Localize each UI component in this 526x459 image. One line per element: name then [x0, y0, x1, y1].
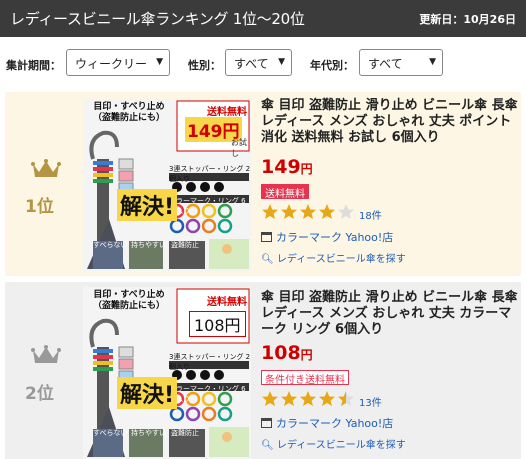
price-value: 149	[261, 156, 301, 178]
thumb-feature-1: すべらない	[93, 429, 128, 437]
thumb-feature-3: 盗難防止	[171, 429, 199, 437]
period-select[interactable]: ウィークリー ▼	[66, 49, 170, 76]
age-select[interactable]: すべて ▼	[359, 49, 443, 76]
crown-gold-icon	[31, 159, 61, 177]
gender-select-value: すべて	[234, 57, 269, 71]
thumb-feature-1: すべらない	[93, 241, 128, 249]
star-icon	[281, 391, 297, 406]
crown-silver-icon	[31, 345, 61, 363]
thumb-headline: 目印・すべり止め（盗難防止にも）	[92, 102, 165, 123]
find-similar-label: レディースビニール傘を探す	[276, 440, 406, 451]
thumb-headline: 目印・すべり止め（盗難防止にも）	[92, 290, 165, 311]
page-title: レディースビニール傘ランキング 1位～20位	[10, 10, 305, 28]
find-similar-link[interactable]: 🔍︎ レディースビニール傘を探す	[261, 250, 406, 265]
price-currency: 円	[300, 162, 313, 176]
product-thumbnail[interactable]: 目印・すべり止め（盗難防止にも） 送料無料 108円 3連ストッパー・リング 2…	[83, 287, 251, 459]
age-label: 年代別：	[310, 59, 354, 72]
shop-link[interactable]: カラーマーク Yahoo!店	[261, 229, 393, 245]
ranking-item: 2位 目印・すべり止め（盗難防止にも） 送料無料 108円 3連ストッパー・リン…	[5, 282, 521, 459]
shop-icon	[261, 418, 272, 428]
product-price: 149円	[261, 156, 313, 178]
star-icon	[338, 204, 354, 219]
product-thumbnail[interactable]: 目印・すべり止め（盗難防止にも） 送料無料 149円 お試し 3連ストッパー・リ…	[83, 99, 251, 271]
chevron-down-icon: ▼	[278, 57, 285, 67]
thumb-kaiketsu: 解決!	[117, 377, 178, 409]
thumb-sale-label: 送料無料	[207, 297, 247, 308]
free-shipping-badge: 送料無料	[261, 184, 309, 200]
thumb-stopper-text: 3連ストッパー・リング 2個入り	[169, 165, 251, 183]
rank-number: 1位	[25, 197, 54, 217]
shop-icon	[261, 232, 272, 242]
search-icon: 🔍︎	[261, 254, 274, 265]
updated-date: 更新日：10月26日	[419, 13, 516, 26]
thumb-feature-2: 持ちやすい	[131, 241, 166, 249]
ranking-header: レディースビニール傘ランキング 1位～20位 更新日：10月26日	[0, 0, 526, 37]
product-price: 108円	[261, 342, 313, 364]
star-icon	[319, 391, 335, 406]
product-title-link[interactable]: 傘 目印 盗難防止 滑り止め ビニール傘 長傘 レディース メンズ おしゃれ 丈…	[261, 290, 519, 338]
thumb-stopper-text: 3連ストッパー・リング 2個入り	[169, 353, 251, 371]
conditional-free-shipping-badge: 条件付き送料無料	[261, 370, 349, 386]
rating-stars	[261, 203, 356, 221]
thumb-ring-text: カラーマーク・リング 6個入り	[169, 385, 246, 403]
thumb-kaiketsu: 解決!	[117, 189, 178, 221]
star-icon	[338, 391, 354, 406]
ranking-item: 1位 目印・すべり止め（盗難防止にも） 送料無料 149円 お試し 3連ストッパ…	[5, 92, 521, 276]
gender-label: 性別：	[188, 59, 221, 72]
chevron-down-icon: ▼	[429, 57, 436, 67]
thumb-ring-text: カラーマーク・リング 6個入り	[169, 197, 246, 215]
thumb-sale-price: 108円	[189, 311, 246, 337]
find-similar-label: レディースビニール傘を探す	[276, 254, 406, 265]
rating-stars	[261, 390, 356, 408]
gender-select[interactable]: すべて ▼	[225, 49, 292, 76]
shop-link[interactable]: カラーマーク Yahoo!店	[261, 415, 393, 431]
thumb-feature-2: 持ちやすい	[131, 429, 166, 437]
thumb-sale-note: お試し	[231, 138, 247, 158]
shop-name: カラーマーク Yahoo!店	[276, 417, 394, 430]
star-icon	[300, 204, 316, 219]
star-icon	[262, 204, 278, 219]
chevron-down-icon: ▼	[156, 57, 163, 67]
star-icon	[262, 391, 278, 406]
star-icon	[281, 204, 297, 219]
shop-name: カラーマーク Yahoo!店	[276, 231, 394, 244]
product-title-link[interactable]: 傘 目印 盗難防止 滑り止め ビニール傘 長傘 レディース メンズ おしゃれ 丈…	[261, 98, 519, 146]
rank-number: 2位	[25, 384, 54, 404]
search-icon: 🔍︎	[261, 440, 274, 451]
price-value: 108	[261, 342, 301, 364]
thumb-feature-3: 盗難防止	[171, 241, 199, 249]
star-icon	[300, 391, 316, 406]
review-count-link[interactable]: 18件	[359, 207, 382, 222]
age-select-value: すべて	[368, 57, 403, 71]
review-count-link[interactable]: 13件	[359, 394, 382, 409]
thumb-sale-label: 送料無料	[207, 107, 247, 118]
price-currency: 円	[300, 348, 313, 362]
period-select-value: ウィークリー	[75, 57, 148, 71]
filter-bar: 集計期間： ウィークリー ▼ 性別： すべて ▼ 年代別： すべて ▼	[0, 37, 526, 87]
period-label: 集計期間：	[6, 59, 61, 72]
find-similar-link[interactable]: 🔍︎ レディースビニール傘を探す	[261, 436, 406, 451]
star-icon	[319, 204, 335, 219]
